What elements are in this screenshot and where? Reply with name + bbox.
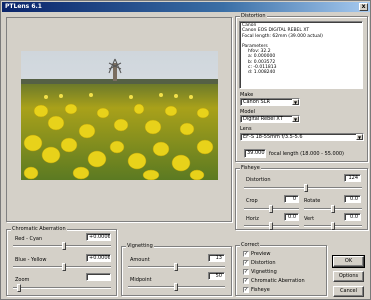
amount-slider[interactable] [128,263,225,271]
rotate-slider[interactable] [304,205,362,213]
make-value: Canon SLR [243,99,270,105]
chromatic-group-label: Chromatic Aberration [11,226,67,232]
fisheye-distortion-label: Distortion [246,177,271,183]
checkbox-label: Fisheye [251,287,270,293]
distortion-checkbox[interactable]: ✓ Distortion [243,260,276,267]
horiz-slider[interactable] [244,222,299,230]
red-cyan-slider[interactable] [13,242,111,250]
lens-info-box: Canon Canon EOS DIGITAL REBEL XT Focal l… [239,21,363,89]
correct-group-label: Correct [240,242,261,248]
checkmark-icon: ✓ [243,269,249,275]
vignetting-checkbox[interactable]: ✓ Vignetting [243,269,277,276]
title-bar: PTLens 6.1 x [2,2,370,12]
focal-length-label: focal length (18.000 - 55.000) [269,151,345,157]
options-button[interactable]: Options [333,271,364,282]
chevron-down-icon: ▼ [356,134,363,140]
fisheye-group-label: Fisheye [240,165,261,171]
slider-thumb[interactable] [62,242,66,250]
checkmark-icon: ✓ [243,260,249,266]
checkmark-icon: ✓ [243,278,249,284]
red-cyan-input[interactable]: +0.0006 [86,233,111,241]
model-select[interactable]: Digital Rebel XT ▼ [240,115,300,123]
preview-panel [6,17,232,222]
close-icon: x [361,3,366,10]
checkmark-icon: ✓ [243,287,249,293]
vert-label: Vert [304,216,315,222]
blue-yellow-input[interactable]: +0.0006 [86,254,111,262]
slider-thumb[interactable] [331,205,335,213]
slider-thumb[interactable] [269,205,273,213]
preview-image [21,51,218,180]
lens-select[interactable]: EF-S 18-55mm f/3.5-5.6 ▼ [240,133,364,141]
chevron-down-icon: ▼ [292,116,299,122]
vignetting-group-label: Vignetting [126,243,154,249]
slider-thumb[interactable] [304,184,308,192]
red-cyan-label: Red - Cyan [15,236,43,242]
checkbox-label: Vignetting [251,269,277,275]
crop-slider[interactable] [244,205,299,213]
distortion-group-label: Distortion [240,13,267,19]
ptlens-window: PTLens 6.1 x Distortion Canon Canon EOS … [0,0,371,300]
param-line: d: 1.008240 [248,70,276,76]
rotate-label: Rotate [304,198,321,204]
checkbox-label: Distortion [251,260,276,266]
horiz-label: Horiz [246,216,259,222]
rotate-input[interactable]: 0.0 [344,195,361,203]
slider-thumb[interactable] [174,263,178,271]
cancel-button[interactable]: Cancel [333,286,364,297]
midpoint-input[interactable]: 50 [208,272,225,280]
close-button[interactable]: x [359,3,368,11]
slider-thumb[interactable] [269,222,273,230]
window-title: PTLens 6.1 [5,3,42,10]
vert-slider[interactable] [304,222,362,230]
chromatic-aberration-checkbox[interactable]: ✓ Chromatic Aberration [243,278,305,285]
blue-yellow-label: Blue - Yellow [15,257,47,263]
checkmark-icon: ✓ [243,251,249,257]
midpoint-label: Midpoint [130,277,152,283]
ok-button[interactable]: OK [332,255,365,268]
midpoint-slider[interactable] [128,283,225,291]
horiz-input[interactable]: 0.0 [284,213,299,221]
make-select[interactable]: Canon SLR ▼ [240,98,300,106]
preview-checkbox[interactable]: ✓ Preview [243,251,270,258]
model-value: Digital Rebel XT [243,116,283,122]
vert-input[interactable]: 0.0 [344,213,361,221]
zoom-slider[interactable] [13,284,111,292]
checkbox-label: Chromatic Aberration [251,278,305,284]
slider-thumb[interactable] [174,283,178,291]
fisheye-distortion-input[interactable]: 124 [344,174,361,182]
crop-input[interactable]: 0 [284,195,299,203]
crop-label: Crop [246,198,258,204]
zoom-input[interactable] [86,273,111,281]
blue-yellow-slider[interactable] [13,263,111,271]
slider-thumb[interactable] [62,263,66,271]
focal-length-input[interactable]: 39.000 [244,149,266,158]
slider-thumb[interactable] [331,222,335,230]
lens-value: EF-S 18-55mm f/3.5-5.6 [243,134,303,140]
chevron-down-icon: ▼ [292,99,299,105]
amount-input[interactable]: 13 [208,254,225,262]
fisheye-checkbox[interactable]: ✓ Fisheye [243,287,270,294]
checkbox-label: Preview [251,251,271,257]
amount-label: Amount [130,257,150,263]
slider-thumb[interactable] [17,284,21,292]
fisheye-distortion-slider[interactable] [244,184,362,192]
zoom-label: Zoom [15,277,30,283]
lens-label: Lens [240,126,252,132]
